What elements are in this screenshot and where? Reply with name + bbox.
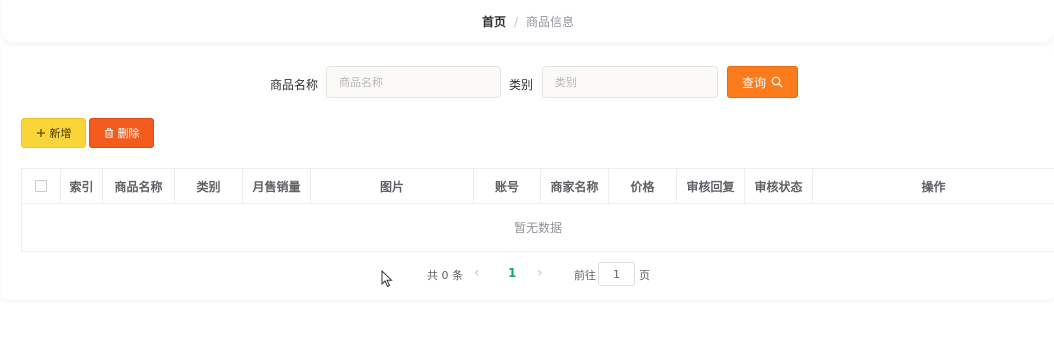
add-button-label: 新增 [49,127,72,140]
column-header-review-status: 审核状态 [745,169,813,203]
column-header-index: 索引 [61,169,103,203]
breadcrumb: 首页 / 商品信息 [2,13,1054,30]
pagination: 共 0 条 ‹ 1 › 前往 页 [0,262,1054,286]
column-header-category: 类别 [175,169,243,203]
search-button-label: 查询 [741,75,766,90]
column-header-product-name: 商品名称 [103,169,175,203]
page-number-current[interactable]: 1 [508,266,516,280]
breadcrumb-separator: / [513,15,519,29]
table-empty-text: 暂无数据 [513,221,562,235]
column-header-account: 账号 [474,169,541,203]
column-header-merchant-name: 商家名称 [541,169,609,203]
page: 首页 / 商品信息 商品名称 类别 查询 新增 删除 [0,0,1054,340]
category-label: 类别 [509,78,534,92]
add-button[interactable]: 新增 [21,118,86,148]
header-select-cell [22,169,61,203]
column-header-monthly-sales: 月售销量 [243,169,311,203]
breadcrumb-current: 商品信息 [526,15,575,29]
search-button[interactable]: 查询 [727,66,798,98]
search-icon [771,76,783,88]
column-header-price: 价格 [609,169,677,203]
goto-label: 前往 [574,269,596,282]
prev-page-icon[interactable]: ‹ [474,265,480,281]
category-input[interactable] [542,66,718,98]
next-page-icon[interactable]: › [537,265,543,281]
product-table: 索引 商品名称 类别 月售销量 图片 账号 商家名称 价格 审核回复 审核状态 … [21,168,1054,252]
select-all-checkbox[interactable] [35,180,47,192]
page-suffix-label: 页 [639,269,650,282]
product-name-label: 商品名称 [270,78,319,92]
column-header-review-reply: 审核回复 [677,169,745,203]
breadcrumb-bar: 首页 / 商品信息 [2,0,1054,42]
trash-icon [104,128,113,138]
table-header: 索引 商品名称 类别 月售销量 图片 账号 商家名称 价格 审核回复 审核状态 … [22,169,1054,204]
pagination-total: 共 0 条 [427,269,463,282]
mouse-cursor-icon [381,270,393,288]
goto-page-input[interactable] [598,262,635,286]
column-header-image: 图片 [311,169,474,203]
plus-icon [36,129,45,137]
delete-button-label: 删除 [117,127,140,140]
product-name-input[interactable] [326,66,501,98]
column-header-actions: 操作 [921,179,946,194]
breadcrumb-home-link[interactable]: 首页 [482,15,506,29]
delete-button[interactable]: 删除 [89,118,154,148]
